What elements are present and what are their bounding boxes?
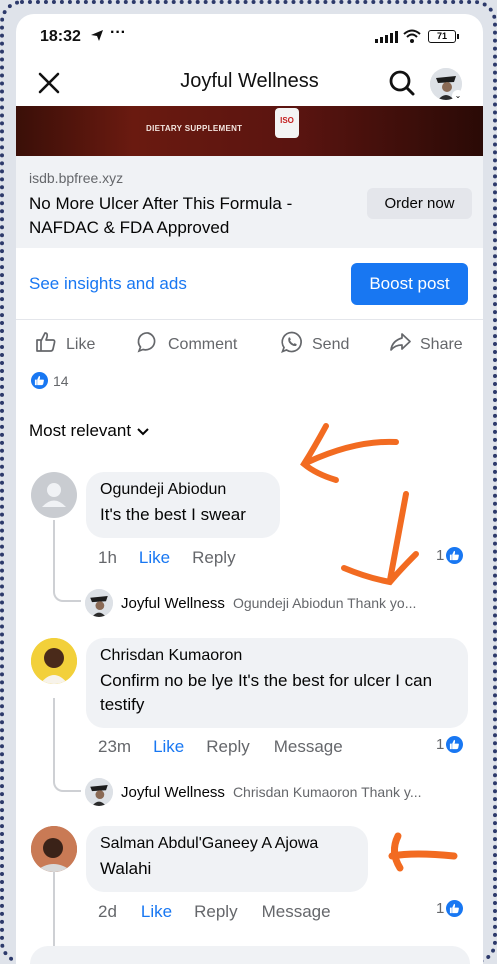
- comment-time: 1h: [98, 548, 117, 567]
- comment-button[interactable]: Comment: [136, 330, 237, 359]
- reaction-count: 14: [53, 372, 69, 389]
- commenter-name[interactable]: Ogundeji Abiodun: [100, 481, 266, 499]
- commenter-avatar[interactable]: [31, 472, 77, 518]
- like-button[interactable]: Like: [34, 330, 95, 359]
- share-icon: [388, 330, 412, 359]
- comment-like-count[interactable]: 1: [436, 736, 464, 753]
- search-icon[interactable]: [387, 68, 417, 98]
- reaction-summary[interactable]: 14: [31, 372, 69, 389]
- thread-connector: [53, 774, 81, 792]
- share-label: Share: [420, 335, 463, 353]
- comment-like-number: 1: [436, 547, 445, 564]
- post-actions: Like Comment Send Share: [16, 324, 483, 364]
- comment-label: Comment: [168, 335, 238, 353]
- insights-row: See insights and ads Boost post: [16, 248, 483, 320]
- page-avatar: [85, 778, 113, 806]
- boost-post-button[interactable]: Boost post: [351, 263, 468, 305]
- like-label: Like: [66, 335, 96, 353]
- wifi-icon: [402, 28, 422, 49]
- send-label: Send: [312, 335, 350, 353]
- comment-like-number: 1: [436, 900, 445, 917]
- iso-badge: ISO: [275, 108, 299, 138]
- product-label: DIETARY SUPPLEMENT: [146, 124, 243, 133]
- comment-meta: 23m Like Reply Message: [98, 737, 343, 757]
- comment-like-number: 1: [436, 736, 445, 753]
- comment-time: 2d: [98, 902, 117, 921]
- comment-meta: 2d Like Reply Message: [98, 902, 331, 922]
- like-reaction-icon: [446, 736, 464, 753]
- link-title: No More Ulcer After This Formula - NAFDA…: [29, 194, 293, 237]
- commenter-name[interactable]: Chrisdan Kumaoron: [100, 647, 454, 665]
- comment-like-link[interactable]: Like: [139, 548, 170, 568]
- sort-label: Most relevant: [29, 421, 132, 440]
- like-reaction-icon: [446, 547, 464, 564]
- comment-sort-dropdown[interactable]: Most relevant: [29, 421, 149, 441]
- link-domain: isdb.bpfree.xyz: [29, 170, 124, 186]
- whatsapp-icon: [280, 330, 304, 359]
- top-navigation: Joyful Wellness ⌄: [16, 60, 483, 112]
- reply-author: Joyful Wellness: [121, 594, 225, 612]
- comment-like-count[interactable]: 1: [436, 547, 464, 564]
- comment-like-link[interactable]: Like: [141, 902, 172, 922]
- comment-meta: 1h Like Reply: [98, 548, 236, 568]
- thumbs-up-icon: [34, 330, 58, 359]
- comment-message-link[interactable]: Message: [262, 902, 331, 922]
- share-button[interactable]: Share: [388, 330, 463, 359]
- comment-reply-link[interactable]: Reply: [192, 548, 235, 568]
- comment-icon: [136, 330, 160, 359]
- signal-icon: [375, 31, 398, 43]
- status-more: ···: [110, 24, 126, 41]
- page-avatar: [85, 589, 113, 617]
- phone-screen: 18:32 ··· 71 Joyful Wellness ⌄ DIETARY S…: [16, 14, 483, 964]
- chevron-down-icon: [137, 421, 149, 441]
- reply-preview[interactable]: Joyful Wellness Chrisdan Kumaoron Thank …: [85, 778, 422, 806]
- comment-bubble[interactable]: Salman Abdul'Ganeey A Ajowa Walahi: [86, 826, 368, 892]
- battery-icon: 71: [428, 30, 459, 43]
- comment-time: 23m: [98, 737, 132, 756]
- commenter-avatar[interactable]: [31, 638, 77, 684]
- comment-reply-link[interactable]: Reply: [194, 902, 237, 922]
- comment-text: Confirm no be lye It's the best for ulce…: [100, 671, 433, 714]
- annotation-arrow-down: [341, 491, 419, 586]
- see-insights-link[interactable]: See insights and ads: [29, 274, 187, 294]
- reply-author: Joyful Wellness: [121, 783, 225, 801]
- comment-bubble[interactable]: Ogundeji Abiodun It's the best I swear: [86, 472, 280, 538]
- commenter-name[interactable]: Salman Abdul'Ganeey A Ajowa: [100, 835, 354, 853]
- reply-snippet: Chrisdan Kumaoron Thank y...: [232, 784, 422, 800]
- thread-line: [53, 698, 55, 778]
- comment-like-count[interactable]: 1: [436, 900, 464, 917]
- comment-like-link[interactable]: Like: [153, 737, 184, 757]
- comment-reply-link[interactable]: Reply: [206, 737, 249, 757]
- send-button[interactable]: Send: [280, 330, 349, 359]
- status-time: 18:32: [40, 28, 81, 45]
- thread-line: [53, 520, 55, 588]
- reply-preview[interactable]: Joyful Wellness Ogundeji Abiodun Thank y…: [85, 589, 416, 617]
- comment-composer[interactable]: [30, 946, 470, 964]
- link-preview-card[interactable]: isdb.bpfree.xyz No More Ulcer After This…: [16, 156, 483, 248]
- post-image[interactable]: DIETARY SUPPLEMENT ISO: [16, 106, 483, 156]
- annotation-arrow-right: [388, 832, 458, 872]
- comment-bubble[interactable]: Chrisdan Kumaoron Confirm no be lye It's…: [86, 638, 468, 728]
- comment-text: It's the best I swear: [100, 505, 246, 524]
- comment-message-link[interactable]: Message: [274, 737, 343, 757]
- chevron-down-icon: ⌄: [452, 90, 464, 102]
- order-now-button[interactable]: Order now: [367, 188, 472, 219]
- telegram-send-icon: [90, 29, 104, 45]
- annotation-arrow-left: [300, 423, 399, 483]
- commenter-avatar[interactable]: [31, 826, 77, 872]
- status-bar: 18:32 ··· 71: [16, 14, 483, 60]
- thread-connector: [53, 584, 81, 602]
- comment-text: Walahi: [100, 859, 152, 878]
- reply-snippet: Ogundeji Abiodun Thank yo...: [232, 595, 417, 611]
- like-reaction-icon: [31, 372, 48, 389]
- like-reaction-icon: [446, 900, 464, 917]
